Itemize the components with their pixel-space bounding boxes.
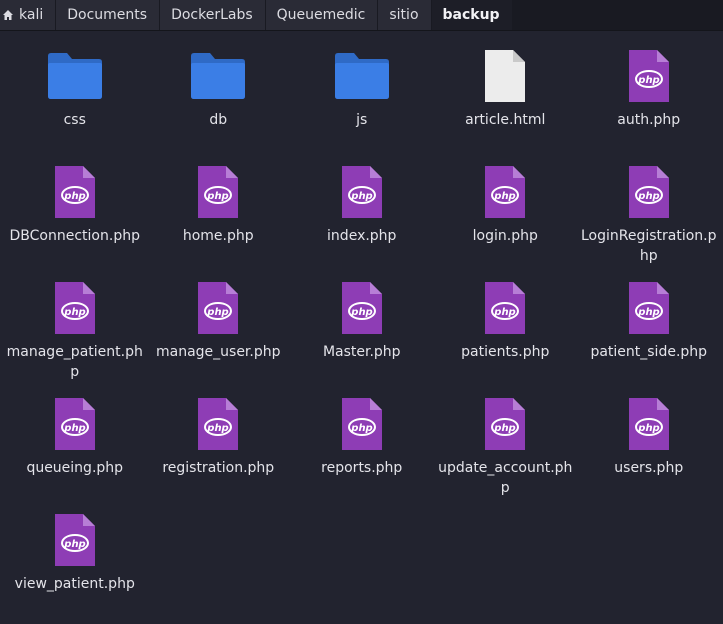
file-name: Master.php xyxy=(322,344,401,360)
file-item[interactable]: php registration.php xyxy=(147,392,291,508)
file-name: index.php xyxy=(327,228,397,244)
svg-text:php: php xyxy=(350,307,372,318)
file-item[interactable]: php patient_side.php xyxy=(577,276,721,392)
html-file-icon xyxy=(473,44,537,108)
svg-text:php: php xyxy=(494,307,516,318)
file-item[interactable]: php manage_user.php xyxy=(147,276,291,392)
svg-text:php: php xyxy=(350,423,372,434)
breadcrumb-kali[interactable]: kali xyxy=(0,0,56,30)
file-name: view_patient.php xyxy=(14,576,135,592)
svg-text:php: php xyxy=(637,75,659,86)
breadcrumb-label: Queuemedic xyxy=(276,7,366,23)
file-name: home.php xyxy=(182,228,254,244)
file-item[interactable]: php queueing.php xyxy=(3,392,147,508)
file-item[interactable]: php DBConnection.php xyxy=(3,160,147,276)
file-item[interactable]: php patients.php xyxy=(434,276,578,392)
file-item[interactable]: php LoginRegistration.php xyxy=(577,160,721,276)
file-name: LoginRegistration.php xyxy=(580,228,717,264)
file-item[interactable]: php update_account.php xyxy=(434,392,578,508)
php-file-icon: php xyxy=(330,392,394,456)
php-file-icon: php xyxy=(186,160,250,224)
file-name: login.php xyxy=(472,228,538,244)
file-name: update_account.php xyxy=(438,460,573,496)
svg-text:php: php xyxy=(494,423,516,434)
breadcrumb-label: DockerLabs xyxy=(171,7,253,23)
file-name: db xyxy=(209,112,228,128)
php-file-icon: php xyxy=(43,276,107,340)
breadcrumb-label: backup xyxy=(442,7,500,23)
file-item[interactable]: php index.php xyxy=(290,160,434,276)
file-item[interactable]: php reports.php xyxy=(290,392,434,508)
svg-text:php: php xyxy=(63,539,85,550)
breadcrumb-label: sitio xyxy=(389,7,419,23)
php-file-icon: php xyxy=(186,392,250,456)
file-item[interactable]: php users.php xyxy=(577,392,721,508)
file-name: users.php xyxy=(614,460,684,476)
file-name: patients.php xyxy=(461,344,550,360)
php-file-icon: php xyxy=(43,508,107,572)
home-icon xyxy=(3,10,13,20)
svg-text:php: php xyxy=(207,191,229,202)
svg-text:php: php xyxy=(494,191,516,202)
svg-text:php: php xyxy=(207,307,229,318)
svg-text:php: php xyxy=(207,423,229,434)
svg-text:php: php xyxy=(63,307,85,318)
php-file-icon: php xyxy=(330,160,394,224)
svg-text:php: php xyxy=(637,307,659,318)
file-name: js xyxy=(356,112,368,128)
php-file-icon: php xyxy=(617,276,681,340)
php-file-icon: php xyxy=(43,160,107,224)
svg-text:php: php xyxy=(637,191,659,202)
file-item[interactable]: php view_patient.php xyxy=(3,508,147,624)
folder-item[interactable]: db xyxy=(147,44,291,160)
file-name: queueing.php xyxy=(26,460,124,476)
breadcrumb-queuemedic[interactable]: Queuemedic xyxy=(265,0,378,30)
file-item[interactable]: php manage_patient.php xyxy=(3,276,147,392)
breadcrumb-sitio[interactable]: sitio xyxy=(378,0,431,30)
php-file-icon: php xyxy=(617,160,681,224)
php-file-icon: php xyxy=(617,44,681,108)
folder-icon xyxy=(330,44,394,108)
svg-text:php: php xyxy=(63,423,85,434)
breadcrumb-label: Documents xyxy=(67,7,148,23)
php-file-icon: php xyxy=(617,392,681,456)
svg-text:php: php xyxy=(63,191,85,202)
php-file-icon: php xyxy=(43,392,107,456)
file-item[interactable]: article.html xyxy=(434,44,578,160)
php-file-icon: php xyxy=(473,160,537,224)
file-item[interactable]: php home.php xyxy=(147,160,291,276)
folder-icon xyxy=(186,44,250,108)
file-name: article.html xyxy=(465,112,546,128)
file-name: manage_patient.php xyxy=(6,344,143,380)
php-file-icon: php xyxy=(473,276,537,340)
file-item[interactable]: php Master.php xyxy=(290,276,434,392)
file-item[interactable]: php auth.php xyxy=(577,44,721,160)
file-name: css xyxy=(63,112,86,128)
file-name: reports.php xyxy=(321,460,403,476)
path-bar: kali Documents DockerLabs Queuemedic sit… xyxy=(0,0,723,31)
breadcrumb-label: kali xyxy=(19,7,44,23)
file-name: patient_side.php xyxy=(590,344,708,360)
file-item[interactable]: php login.php xyxy=(434,160,578,276)
php-file-icon: php xyxy=(330,276,394,340)
file-name: registration.php xyxy=(162,460,275,476)
breadcrumb-documents[interactable]: Documents xyxy=(56,0,160,30)
svg-text:php: php xyxy=(350,191,372,202)
file-grid: css db js article.html php auth.php php DBConne… xyxy=(3,44,721,624)
folder-item[interactable]: css xyxy=(3,44,147,160)
file-name: manage_user.php xyxy=(155,344,281,360)
folder-icon xyxy=(43,44,107,108)
svg-text:php: php xyxy=(637,423,659,434)
file-name: auth.php xyxy=(617,112,681,128)
breadcrumb-dockerlabs[interactable]: DockerLabs xyxy=(160,0,265,30)
php-file-icon: php xyxy=(473,392,537,456)
php-file-icon: php xyxy=(186,276,250,340)
folder-item[interactable]: js xyxy=(290,44,434,160)
file-name: DBConnection.php xyxy=(9,228,140,244)
breadcrumb-backup[interactable]: backup xyxy=(431,0,512,30)
